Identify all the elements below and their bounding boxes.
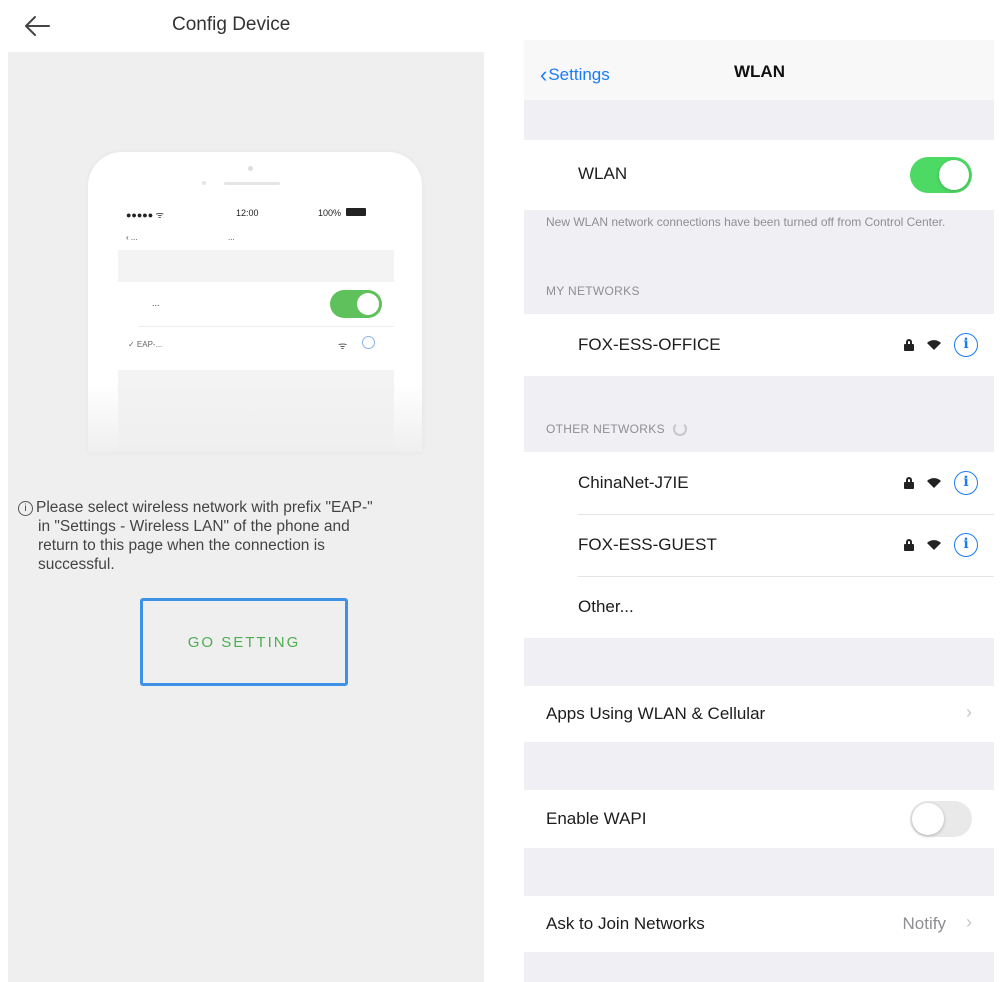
- wlan-toggle-row: WLAN: [524, 140, 994, 210]
- info-icon[interactable]: i: [954, 533, 978, 557]
- hint-line-3: return to this page when the connection …: [38, 537, 325, 554]
- mock-back: ‹ ...: [126, 233, 138, 242]
- network-name: ChinaNet-J7IE: [578, 473, 689, 492]
- mock-status-bar: ●●●●● ᯤ 12:00 100%: [118, 202, 394, 224]
- wlan-notice: New WLAN network connections have been t…: [546, 215, 946, 229]
- mock-carrier: ●●●●● ᯤ: [126, 210, 164, 220]
- lock-icon: [904, 477, 914, 489]
- nav-bar: ‹Settings WLAN: [524, 40, 994, 100]
- network-icons: i: [904, 331, 978, 359]
- mock-wlan-label: ...: [152, 298, 160, 308]
- config-device-screen: Config Device ●●●●● ᯤ 12:00 100% ‹ ... .…: [0, 0, 488, 982]
- hint-line-4: successful.: [38, 556, 115, 573]
- content-area: ●●●●● ᯤ 12:00 100% ‹ ... ... ... ✓ EAP-.…: [8, 52, 484, 982]
- other-networks-list: ChinaNet-J7IE i FOX-ESS-GUEST i Other...: [524, 452, 994, 638]
- hint-line-1: i Please select wireless network with pre…: [18, 498, 478, 517]
- info-icon[interactable]: i: [954, 333, 978, 357]
- ask-label: Ask to Join Networks: [546, 914, 705, 933]
- info-icon: [362, 336, 375, 349]
- wapi-label: Enable WAPI: [546, 809, 647, 828]
- app-header: Config Device: [0, 0, 488, 52]
- hint-line-2: in "Settings - Wireless LAN" of the phon…: [38, 518, 350, 535]
- mock-nav-title: ...: [228, 233, 235, 242]
- mock-network: ✓ EAP-...: [128, 340, 163, 349]
- chevron-right-icon: ›: [966, 702, 972, 722]
- instruction-text: i Please select wireless network with pre…: [18, 498, 478, 574]
- go-setting-button[interactable]: GO SETTING: [140, 598, 348, 686]
- wlan-label: WLAN: [578, 164, 628, 183]
- loading-spinner-icon: [672, 422, 687, 436]
- mock-wlan-list: ... ✓ EAP-... ᯤ: [118, 282, 394, 370]
- network-name: FOX-ESS-GUEST: [578, 535, 717, 554]
- mock-divider: [138, 326, 394, 327]
- phone-illustration: ●●●●● ᯤ 12:00 100% ‹ ... ... ... ✓ EAP-.…: [88, 152, 422, 452]
- mock-battery: 100%: [318, 208, 342, 218]
- mock-time: 12:00: [236, 208, 259, 218]
- back-label: Settings: [548, 65, 610, 84]
- back-arrow-icon[interactable]: [22, 12, 52, 40]
- network-icons: i: [904, 531, 978, 559]
- ask-value: Notify: [902, 914, 946, 933]
- wifi-icon: [927, 340, 941, 350]
- wifi-icon: [927, 478, 941, 488]
- lock-icon: [904, 539, 914, 551]
- battery-icon: [346, 208, 366, 216]
- other-label: Other...: [578, 597, 634, 616]
- chevron-left-icon: ‹: [540, 62, 548, 87]
- wlan-settings-screen: ‹Settings WLAN WLAN New WLAN network con…: [524, 40, 994, 982]
- other-networks-title: OTHER NETWORKS: [546, 422, 665, 436]
- network-icons: i: [904, 469, 978, 497]
- wifi-icon: [927, 540, 941, 550]
- mock-nav-bar: ‹ ... ...: [118, 224, 394, 250]
- chevron-right-icon: ›: [966, 912, 972, 932]
- mock-toggle: [330, 290, 382, 318]
- my-networks-header: MY NETWORKS: [546, 284, 640, 298]
- wapi-row: Enable WAPI: [524, 790, 994, 848]
- network-row[interactable]: FOX-ESS-GUEST i: [524, 514, 994, 576]
- nav-title: WLAN: [734, 62, 785, 81]
- camera-dot: [248, 166, 253, 171]
- other-networks-header: OTHER NETWORKS: [546, 422, 687, 436]
- apps-using-wlan-row[interactable]: Apps Using WLAN & Cellular ›: [524, 686, 994, 742]
- wapi-toggle[interactable]: [910, 801, 972, 837]
- fade-overlay: [88, 382, 422, 452]
- info-circle-icon: i: [18, 501, 33, 516]
- settings-back-button[interactable]: ‹Settings: [540, 62, 610, 88]
- network-row[interactable]: ChinaNet-J7IE i: [524, 452, 994, 514]
- info-icon[interactable]: i: [954, 471, 978, 495]
- wifi-icon: ᯤ: [338, 341, 348, 352]
- wlan-toggle[interactable]: [910, 157, 972, 193]
- sensor-dot: [202, 181, 206, 185]
- network-row[interactable]: FOX-ESS-OFFICE i: [524, 314, 994, 376]
- other-network-row[interactable]: Other...: [524, 576, 994, 638]
- page-title: Config Device: [172, 14, 291, 35]
- hint-line-1-text: Please select wireless network with pref…: [36, 499, 373, 516]
- lock-icon: [904, 339, 914, 351]
- ask-to-join-row[interactable]: Ask to Join Networks Notify ›: [524, 896, 994, 952]
- apps-label: Apps Using WLAN & Cellular: [546, 704, 766, 723]
- network-name: FOX-ESS-OFFICE: [578, 335, 721, 354]
- speaker-slot: [224, 182, 280, 185]
